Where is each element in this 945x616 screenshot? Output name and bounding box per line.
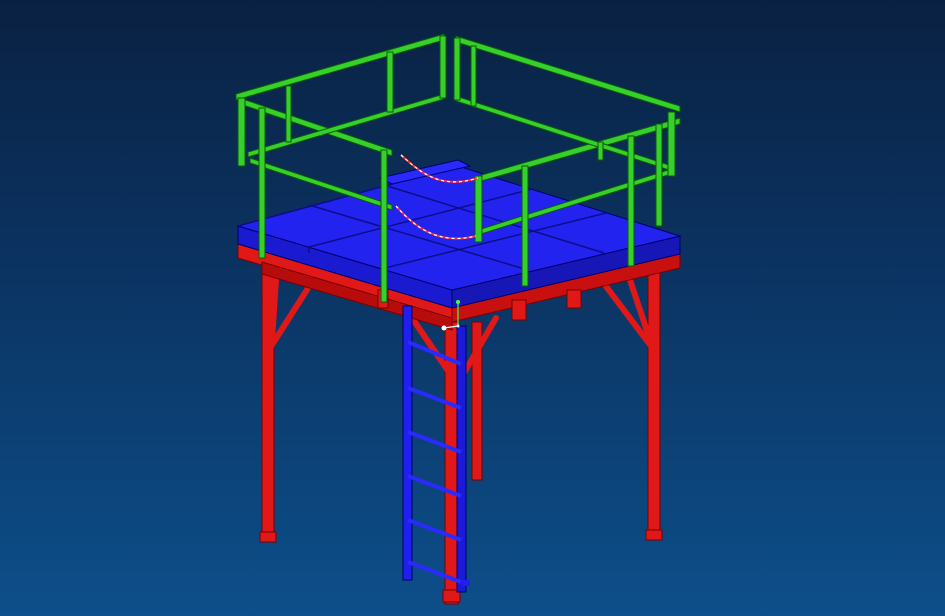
handrail-post[interactable] bbox=[258, 107, 266, 259]
beam-connector[interactable] bbox=[511, 299, 527, 321]
handrail-top-rail[interactable] bbox=[455, 35, 681, 113]
handrail-top-rail[interactable] bbox=[477, 117, 681, 183]
platform-model[interactable] bbox=[0, 0, 945, 616]
handrail-post[interactable] bbox=[474, 175, 483, 243]
handrail-post[interactable] bbox=[439, 35, 447, 99]
handrail-post[interactable] bbox=[597, 141, 604, 161]
handrail-post[interactable] bbox=[380, 149, 388, 303]
handrail-post[interactable] bbox=[627, 135, 635, 267]
handrail-post[interactable] bbox=[667, 111, 676, 177]
ladder-stringer-right[interactable] bbox=[456, 325, 467, 593]
handrail-post[interactable] bbox=[237, 97, 246, 167]
ladder-foot bbox=[462, 580, 470, 586]
knee-brace[interactable] bbox=[602, 282, 657, 353]
column-right[interactable] bbox=[647, 267, 661, 541]
3d-model-viewport[interactable] bbox=[0, 0, 945, 616]
handrail-mid-rail[interactable] bbox=[247, 93, 445, 158]
handrail-top-rail[interactable] bbox=[235, 33, 445, 101]
beam-connector[interactable] bbox=[566, 289, 582, 309]
handrail-post[interactable] bbox=[470, 45, 477, 107]
ladder-stringer-left[interactable] bbox=[402, 305, 413, 581]
handrail-post[interactable] bbox=[386, 51, 394, 113]
handrail-post[interactable] bbox=[521, 165, 529, 287]
handrail-post[interactable] bbox=[285, 85, 292, 143]
handrail-post[interactable] bbox=[655, 123, 663, 227]
handrail-post[interactable] bbox=[453, 37, 461, 101]
knee-brace[interactable] bbox=[269, 277, 279, 343]
handrail-mid-rail[interactable] bbox=[249, 157, 393, 211]
